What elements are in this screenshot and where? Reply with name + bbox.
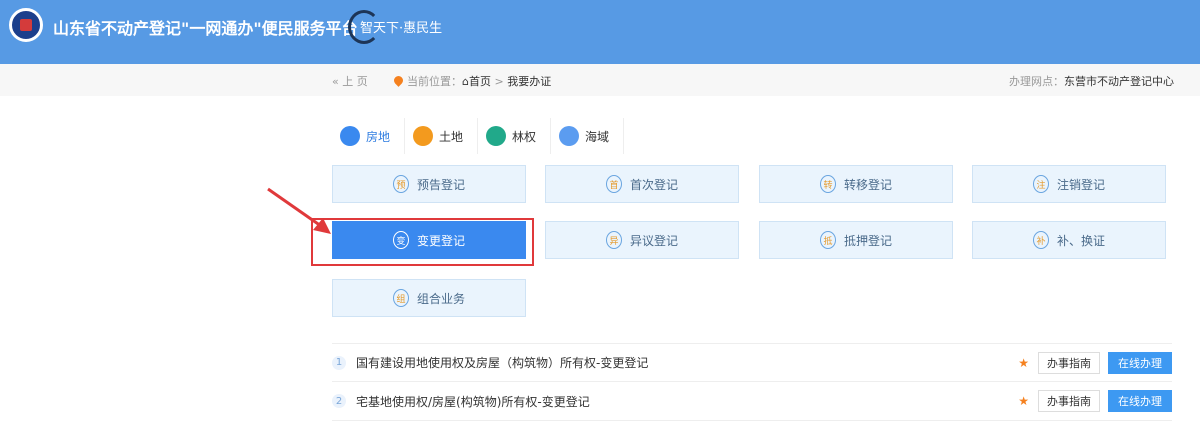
breadcrumb-home[interactable]: 首页 — [469, 75, 491, 88]
registration-type-button[interactable]: 预预告登记 — [332, 165, 526, 203]
network-value: 东营市不动产登记中心 — [1064, 75, 1174, 88]
breadcrumb-current: 我要办证 — [507, 75, 552, 88]
registration-type-button[interactable]: 补补、换证 — [972, 221, 1166, 259]
type-icon: 预 — [392, 175, 409, 193]
tab-0[interactable]: 房地 — [332, 118, 406, 154]
type-icon: 首 — [605, 175, 622, 193]
category-icon — [559, 126, 580, 146]
red-arrow-annotation — [267, 187, 331, 234]
type-icon: 异 — [605, 231, 622, 249]
category-tabs: 房地 土地 林权 海域 — [332, 118, 625, 154]
registration-type-button[interactable]: 注注销登记 — [972, 165, 1166, 203]
tab-2[interactable]: 林权 — [478, 118, 552, 154]
guide-button[interactable]: 办事指南 — [1038, 390, 1100, 412]
location-pin-icon — [392, 74, 405, 87]
category-icon — [413, 126, 434, 146]
registration-type-button[interactable]: 组组合业务 — [332, 279, 526, 317]
list-item: 2 宅基地使用权/房屋(构筑物)所有权-变更登记 ★ 办事指南 在线办理 — [332, 382, 1172, 421]
back-link[interactable]: « 上 页 — [332, 73, 368, 89]
emblem-logo — [9, 8, 43, 42]
type-icon: 注 — [1032, 175, 1049, 193]
favorite-star-icon[interactable]: ★ — [1018, 394, 1029, 408]
item-title[interactable]: 国有建设用地使用权及房屋（构筑物）所有权-变更登记 — [356, 354, 648, 371]
highlight-box — [311, 218, 534, 266]
header: 山东省不动产登记"一网通办"便民服务平台 智天下·惠民生 — [0, 0, 1200, 64]
breadcrumb: 当前位置：⌂首页 > 我要办证 — [392, 73, 552, 89]
tab-1[interactable]: 土地 — [405, 118, 479, 154]
home-icon: ⌂ — [462, 75, 469, 88]
site-title: 山东省不动产登记"一网通办"便民服务平台 — [53, 19, 358, 38]
favorite-star-icon[interactable]: ★ — [1018, 356, 1029, 370]
type-icon: 补 — [1032, 231, 1049, 249]
type-icon: 抵 — [819, 231, 836, 249]
list-item: 1 国有建设用地使用权及房屋（构筑物）所有权-变更登记 ★ 办事指南 在线办理 — [332, 343, 1172, 382]
registration-type-button[interactable]: 转转移登记 — [759, 165, 953, 203]
guide-button[interactable]: 办事指南 — [1038, 351, 1100, 374]
registration-type-button[interactable]: 异异议登记 — [545, 221, 739, 259]
breadcrumb-bar: « 上 页 当前位置：⌂首页 > 我要办证 办理网点：东营市不动产登记中心 — [0, 64, 1200, 96]
online-apply-button[interactable]: 在线办理 — [1108, 351, 1172, 374]
category-icon — [340, 126, 360, 146]
slogan-logo: 智天下·惠民生 — [348, 10, 468, 44]
type-icon: 组 — [392, 289, 409, 307]
type-icon: 转 — [819, 175, 836, 193]
registration-type-button[interactable]: 抵抵押登记 — [759, 221, 953, 259]
registration-type-button[interactable]: 首首次登记 — [545, 165, 739, 203]
item-title[interactable]: 宅基地使用权/房屋(构筑物)所有权-变更登记 — [356, 393, 590, 410]
service-list: 1 国有建设用地使用权及房屋（构筑物）所有权-变更登记 ★ 办事指南 在线办理 2 宅基地使… — [332, 343, 1172, 421]
online-apply-button[interactable]: 在线办理 — [1108, 390, 1172, 412]
tab-3[interactable]: 海域 — [551, 118, 625, 154]
category-icon — [486, 126, 507, 146]
